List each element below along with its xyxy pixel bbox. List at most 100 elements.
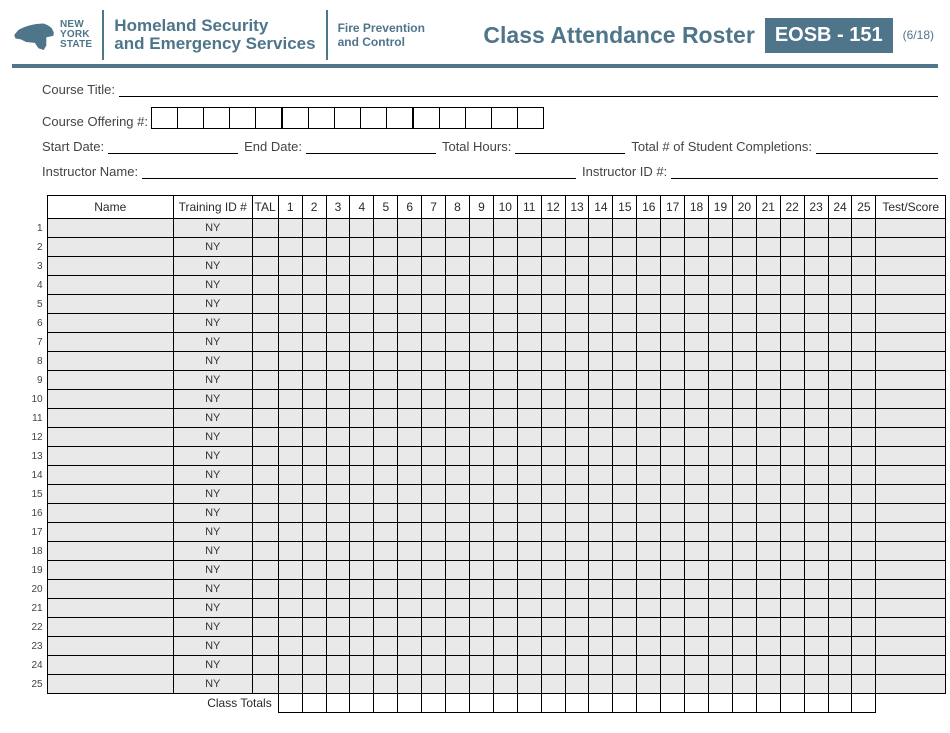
session-cell[interactable]	[661, 561, 685, 580]
session-cell[interactable]	[732, 561, 756, 580]
session-cell[interactable]	[804, 409, 828, 428]
session-cell[interactable]	[350, 561, 374, 580]
tal-cell[interactable]	[252, 295, 278, 314]
session-cell[interactable]	[565, 580, 589, 599]
session-cell[interactable]	[828, 390, 852, 409]
session-cell[interactable]	[326, 561, 350, 580]
session-cell[interactable]	[637, 618, 661, 637]
session-cell[interactable]	[613, 580, 637, 599]
session-cell[interactable]	[517, 618, 541, 637]
session-cell[interactable]	[398, 618, 422, 637]
session-cell[interactable]	[756, 447, 780, 466]
session-cell[interactable]	[493, 466, 517, 485]
session-cell[interactable]	[302, 466, 326, 485]
session-cell[interactable]	[326, 333, 350, 352]
tal-cell[interactable]	[252, 390, 278, 409]
session-cell[interactable]	[374, 618, 398, 637]
session-cell[interactable]	[302, 637, 326, 656]
tal-cell[interactable]	[252, 219, 278, 238]
session-cell[interactable]	[828, 428, 852, 447]
session-cell[interactable]	[661, 333, 685, 352]
session-cell[interactable]	[804, 295, 828, 314]
tal-cell[interactable]	[252, 466, 278, 485]
session-cell[interactable]	[732, 485, 756, 504]
session-cell[interactable]	[278, 675, 302, 694]
session-cell[interactable]	[302, 219, 326, 238]
session-cell[interactable]	[852, 276, 876, 295]
session-cell[interactable]	[685, 295, 709, 314]
session-cell[interactable]	[326, 466, 350, 485]
session-cell[interactable]	[685, 238, 709, 257]
offering-box[interactable]	[465, 107, 492, 129]
session-cell[interactable]	[852, 238, 876, 257]
session-cell[interactable]	[326, 219, 350, 238]
session-cell[interactable]	[517, 447, 541, 466]
session-cell[interactable]	[350, 371, 374, 390]
session-cell[interactable]	[541, 333, 565, 352]
session-cell[interactable]	[637, 466, 661, 485]
session-cell[interactable]	[565, 675, 589, 694]
course-offering-boxes[interactable]	[152, 107, 544, 129]
training-id-cell[interactable]: NY	[173, 561, 252, 580]
session-cell[interactable]	[732, 504, 756, 523]
offering-box[interactable]	[203, 107, 230, 129]
session-cell[interactable]	[589, 428, 613, 447]
tal-cell[interactable]	[252, 485, 278, 504]
test-score-cell[interactable]	[876, 618, 946, 637]
test-score-cell[interactable]	[876, 542, 946, 561]
training-id-cell[interactable]: NY	[173, 409, 252, 428]
session-cell[interactable]	[469, 466, 493, 485]
session-cell[interactable]	[541, 428, 565, 447]
session-cell[interactable]	[278, 542, 302, 561]
session-cell[interactable]	[374, 523, 398, 542]
session-cell[interactable]	[828, 352, 852, 371]
session-cell[interactable]	[565, 542, 589, 561]
session-cell[interactable]	[780, 542, 804, 561]
session-cell[interactable]	[637, 371, 661, 390]
session-cell[interactable]	[326, 238, 350, 257]
name-cell[interactable]	[47, 371, 173, 390]
session-cell[interactable]	[350, 295, 374, 314]
session-cell[interactable]	[661, 257, 685, 276]
session-cell[interactable]	[732, 333, 756, 352]
session-cell[interactable]	[780, 314, 804, 333]
session-cell[interactable]	[302, 618, 326, 637]
session-cell[interactable]	[422, 466, 446, 485]
session-cell[interactable]	[469, 257, 493, 276]
session-cell[interactable]	[398, 447, 422, 466]
session-cell[interactable]	[493, 599, 517, 618]
session-cell[interactable]	[278, 428, 302, 447]
session-cell[interactable]	[422, 390, 446, 409]
session-cell[interactable]	[374, 504, 398, 523]
session-cell[interactable]	[469, 523, 493, 542]
session-cell[interactable]	[398, 428, 422, 447]
session-cell[interactable]	[780, 276, 804, 295]
session-cell[interactable]	[685, 352, 709, 371]
session-cell[interactable]	[302, 504, 326, 523]
session-cell[interactable]	[756, 257, 780, 276]
training-id-cell[interactable]: NY	[173, 314, 252, 333]
session-cell[interactable]	[541, 447, 565, 466]
session-cell[interactable]	[302, 428, 326, 447]
session-cell[interactable]	[756, 352, 780, 371]
session-cell[interactable]	[685, 409, 709, 428]
session-cell[interactable]	[326, 580, 350, 599]
session-cell[interactable]	[278, 447, 302, 466]
training-id-cell[interactable]: NY	[173, 599, 252, 618]
session-cell[interactable]	[493, 675, 517, 694]
session-cell[interactable]	[732, 409, 756, 428]
tal-cell[interactable]	[252, 580, 278, 599]
session-cell[interactable]	[422, 599, 446, 618]
session-cell[interactable]	[637, 352, 661, 371]
session-cell[interactable]	[613, 599, 637, 618]
tal-cell[interactable]	[252, 447, 278, 466]
session-cell[interactable]	[661, 352, 685, 371]
session-cell[interactable]	[756, 371, 780, 390]
session-cell[interactable]	[589, 257, 613, 276]
session-cell[interactable]	[756, 523, 780, 542]
test-score-cell[interactable]	[876, 238, 946, 257]
session-cell[interactable]	[422, 333, 446, 352]
session-cell[interactable]	[709, 561, 733, 580]
session-cell[interactable]	[398, 466, 422, 485]
session-cell[interactable]	[469, 542, 493, 561]
